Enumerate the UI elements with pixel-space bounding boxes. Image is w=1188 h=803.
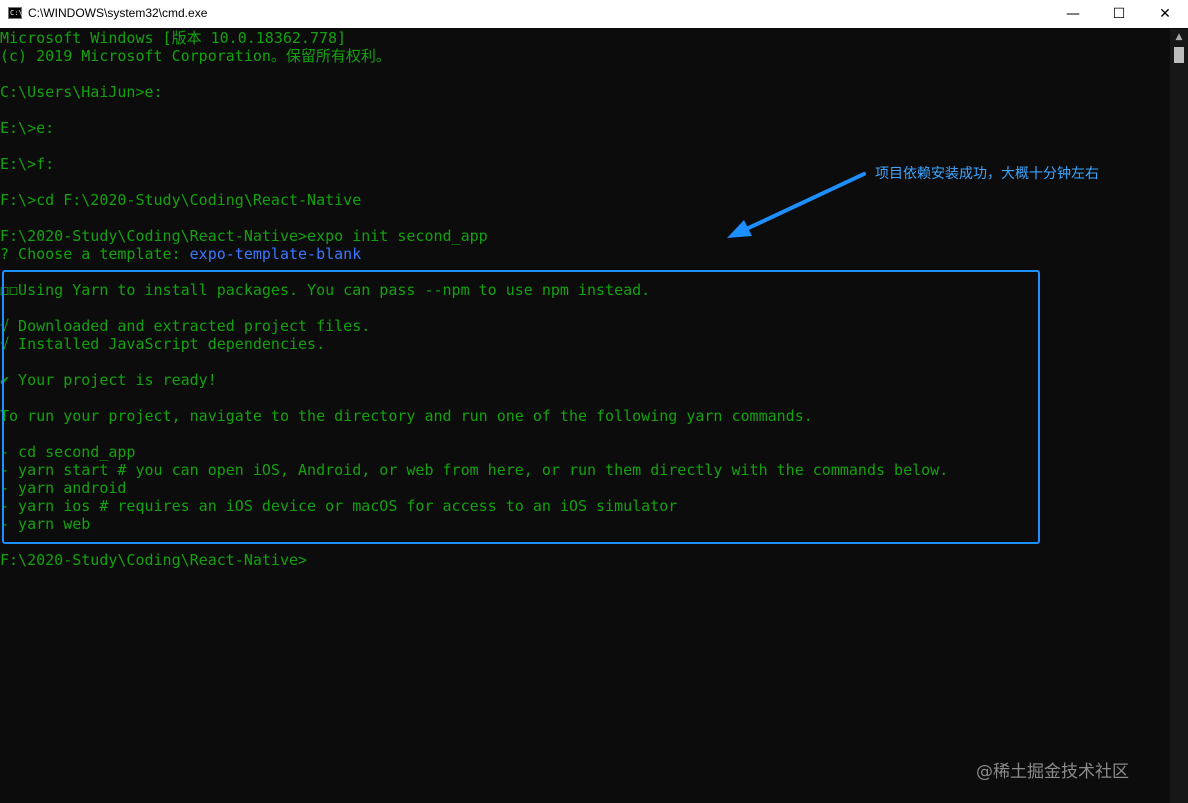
annotation-arrow-icon xyxy=(727,172,866,238)
annotation-text: 项目依赖安装成功，大概十分钟左右 xyxy=(875,166,1099,182)
watermark: @稀土掘金技术社区 xyxy=(976,762,1129,782)
